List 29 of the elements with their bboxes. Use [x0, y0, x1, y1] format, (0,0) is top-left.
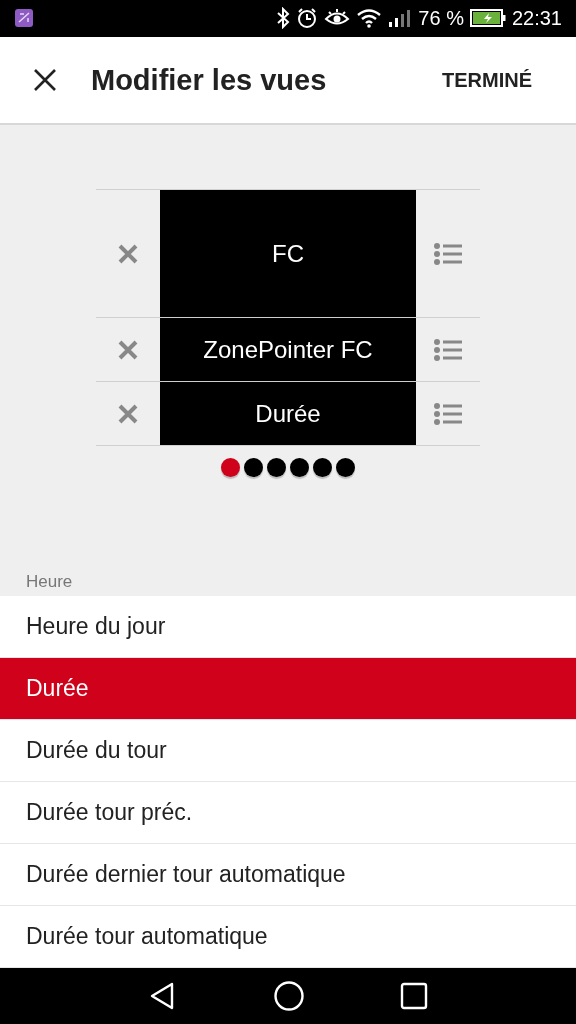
page-dot[interactable]	[244, 458, 263, 478]
done-button[interactable]: TERMINÉ	[438, 60, 536, 100]
list-item[interactable]: Durée dernier tour automatique	[0, 843, 576, 906]
page-dot[interactable]	[290, 458, 309, 478]
page-dot[interactable]	[267, 458, 286, 478]
list-item[interactable]: Durée	[0, 657, 576, 720]
clock: 22:31	[511, 6, 562, 30]
reorder-button[interactable]	[431, 400, 465, 427]
battery-percent: 76 %	[418, 6, 464, 30]
data-field[interactable]: ZonePointer FC	[160, 318, 416, 382]
wifi-icon	[356, 8, 383, 29]
section-header: Heure	[26, 571, 73, 592]
page-title: Modifier les vues	[91, 63, 328, 97]
reorder-button[interactable]	[431, 336, 465, 363]
alarm-icon	[296, 7, 319, 30]
page-dot[interactable]	[221, 458, 240, 478]
bluetooth-icon	[276, 7, 291, 30]
data-field[interactable]: Durée	[160, 382, 416, 446]
reorder-button[interactable]	[431, 240, 465, 267]
signal-icon	[388, 8, 413, 29]
data-field[interactable]: FC	[160, 190, 416, 318]
list-item[interactable]: Durée tour préc.	[0, 781, 576, 844]
page-dot[interactable]	[336, 458, 355, 478]
battery-icon	[469, 8, 506, 29]
list-item[interactable]: Durée du tour	[0, 719, 576, 782]
page-dot[interactable]	[313, 458, 332, 478]
list-item[interactable]: Heure du jour	[0, 595, 576, 658]
gallery-icon	[14, 8, 34, 29]
list-item[interactable]: Durée tour automatique	[0, 905, 576, 968]
